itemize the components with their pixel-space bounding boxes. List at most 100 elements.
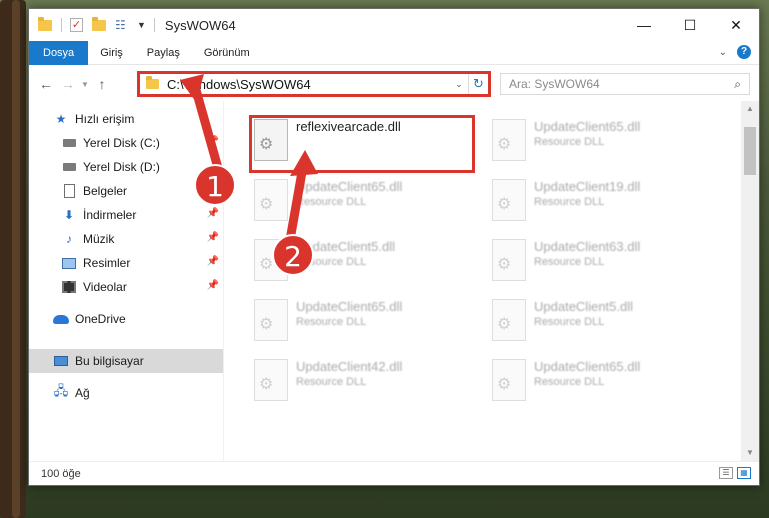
pin-icon[interactable]: 📌 <box>207 208 219 219</box>
documents-icon <box>61 184 77 198</box>
recent-locations-icon[interactable]: ▼ <box>79 80 91 89</box>
address-dropdown-icon[interactable]: ⌄ <box>450 79 468 90</box>
sidebar-item-onedrive[interactable]: OneDrive <box>29 307 223 331</box>
file-name: UpdateClient65.dll <box>534 359 641 374</box>
address-folder-icon <box>146 76 159 89</box>
file-name: UpdateClient65.dll <box>296 299 403 314</box>
file-type: Resource DLL <box>534 136 605 148</box>
sidebar-item-label: OneDrive <box>75 312 126 326</box>
scroll-down-icon[interactable]: ▼ <box>741 445 759 461</box>
background-tree <box>12 0 20 518</box>
sidebar-item-label: İndirmeler <box>83 208 137 222</box>
file-type: Resource DLL <box>296 316 367 328</box>
annotation-highlight-file <box>249 115 475 173</box>
details-view-icon[interactable]: ☰ <box>719 467 733 479</box>
back-arrow-icon[interactable]: ← <box>35 76 57 92</box>
file-type: Resource DLL <box>534 256 605 268</box>
file-item[interactable]: UpdateClient42.dll Resource DLL <box>250 355 475 411</box>
sidebar-item-videos[interactable]: Videolar 📌 <box>29 275 223 299</box>
sidebar-item-local-disk-c[interactable]: Yerel Disk (C:) 📌 <box>29 131 223 155</box>
pin-icon[interactable]: 📌 <box>207 280 219 291</box>
sidebar-item-label: Yerel Disk (D:) <box>83 160 160 174</box>
tab-home[interactable]: Giriş <box>88 41 135 65</box>
navigation-pane: ★ Hızlı erişim Yerel Disk (C:) 📌 Yerel D… <box>29 101 223 461</box>
tab-share[interactable]: Paylaş <box>135 41 192 65</box>
sidebar-item-quick-access[interactable]: ★ Hızlı erişim <box>29 107 223 131</box>
pin-icon[interactable]: 📌 <box>207 256 219 267</box>
new-folder-icon[interactable] <box>91 16 107 32</box>
sidebar-item-downloads[interactable]: ⬇ İndirmeler 📌 <box>29 203 223 227</box>
file-item[interactable]: UpdateClient65.dll Resource DLL <box>250 295 475 351</box>
network-icon: 🖧 <box>53 383 69 398</box>
file-type: Resource DLL <box>534 376 605 388</box>
expand-ribbon-icon[interactable]: ⌄ <box>719 47 727 58</box>
videos-icon <box>61 280 77 294</box>
navigation-bar: ← → ▼ ↑ C:\Windows\SysWOW64 ⌄ ↻ Ara: Sys… <box>29 67 759 101</box>
dll-file-icon <box>254 299 288 341</box>
drive-icon <box>61 136 77 150</box>
quick-access-dropdown-icon[interactable]: ▼ <box>137 20 146 30</box>
sidebar-item-pictures[interactable]: Resimler 📌 <box>29 251 223 275</box>
file-item[interactable]: UpdateClient19.dll Resource DLL <box>488 175 713 231</box>
dll-file-icon <box>492 359 526 401</box>
tab-view[interactable]: Görünüm <box>192 41 262 65</box>
annotation-marker-1: 1 <box>194 164 236 206</box>
sidebar-item-label: Bu bilgisayar <box>75 354 144 368</box>
tab-file[interactable]: Dosya <box>29 40 89 65</box>
file-explorer-window: ✓ ☷ ▼ SysWOW64 — ☐ ✕ Dosya Giriş Paylaş … <box>28 8 760 486</box>
sidebar-item-local-disk-d[interactable]: Yerel Disk (D:) <box>29 155 223 179</box>
file-item[interactable]: UpdateClient65.dll Resource DLL <box>488 115 713 171</box>
item-count: 100 öğe <box>41 467 81 480</box>
drive-icon <box>61 160 77 174</box>
file-item[interactable]: UpdateClient65.dll Resource DLL <box>488 355 713 411</box>
file-list: reflexivearcade.dll UpdateClient65.dll R… <box>223 101 741 461</box>
sidebar-item-this-pc[interactable]: Bu bilgisayar <box>29 349 223 373</box>
file-name: UpdateClient65.dll <box>534 119 641 134</box>
ribbon-tabs: Dosya Giriş Paylaş Görünüm ⌄ ? <box>29 40 759 65</box>
pin-icon[interactable]: 📌 <box>207 232 219 243</box>
file-item[interactable]: UpdateClient63.dll Resource DLL <box>488 235 713 291</box>
sidebar-item-label: Belgeler <box>83 184 128 198</box>
status-bar: 100 öğe ☰ ▦ <box>29 461 759 485</box>
folder-icon <box>37 16 53 32</box>
file-item[interactable]: UpdateClient65.dll Resource DLL <box>250 175 475 231</box>
vertical-scrollbar[interactable]: ▲ ▼ <box>741 101 759 461</box>
file-type: Resource DLL <box>534 196 605 208</box>
tiles-view-icon[interactable]: ▦ <box>737 467 751 479</box>
pin-icon[interactable]: 📌 <box>207 136 219 147</box>
download-icon: ⬇ <box>63 208 75 222</box>
file-item[interactable]: UpdateClient5.dll Resource DLL <box>488 295 713 351</box>
sidebar-item-music[interactable]: ♪ Müzik 📌 <box>29 227 223 251</box>
sidebar-item-label: Müzik <box>83 232 115 246</box>
file-type: Resource DLL <box>534 316 605 328</box>
dll-file-icon <box>254 359 288 401</box>
scrollbar-thumb[interactable] <box>744 127 756 175</box>
computer-icon <box>53 354 69 368</box>
sidebar-item-label: Yerel Disk (C:) <box>83 136 160 150</box>
refresh-icon[interactable]: ↻ <box>468 74 488 94</box>
dll-file-icon <box>492 179 526 221</box>
close-button[interactable]: ✕ <box>713 9 759 41</box>
search-box[interactable]: Ara: SysWOW64 ⌕ <box>500 73 750 95</box>
maximize-button[interactable]: ☐ <box>667 9 713 41</box>
sidebar-item-label: Ağ <box>75 386 90 400</box>
dll-file-icon <box>254 179 288 221</box>
title-bar: ✓ ☷ ▼ SysWOW64 — ☐ ✕ <box>29 9 759 41</box>
cloud-icon <box>53 312 69 326</box>
forward-arrow-icon[interactable]: → <box>57 76 79 92</box>
search-icon[interactable]: ⌕ <box>734 77 741 92</box>
star-icon: ★ <box>55 112 67 126</box>
address-bar[interactable]: C:\Windows\SysWOW64 ⌄ ↻ <box>137 71 491 97</box>
address-path[interactable]: C:\Windows\SysWOW64 <box>167 77 450 92</box>
sidebar-item-network[interactable]: 🖧 Ağ <box>29 381 223 405</box>
help-icon[interactable]: ? <box>737 45 751 59</box>
sidebar-item-label: Resimler <box>83 256 131 270</box>
minimize-button[interactable]: — <box>621 9 667 41</box>
view-details-icon[interactable]: ☷ <box>115 18 131 32</box>
sidebar-item-label: Hızlı erişim <box>75 112 135 126</box>
annotation-marker-2: 2 <box>272 234 314 276</box>
scroll-up-icon[interactable]: ▲ <box>741 101 759 117</box>
up-arrow-icon[interactable]: ↑ <box>91 76 113 92</box>
search-input[interactable]: Ara: SysWOW64 <box>509 77 734 91</box>
properties-check-icon[interactable]: ✓ <box>70 18 83 32</box>
